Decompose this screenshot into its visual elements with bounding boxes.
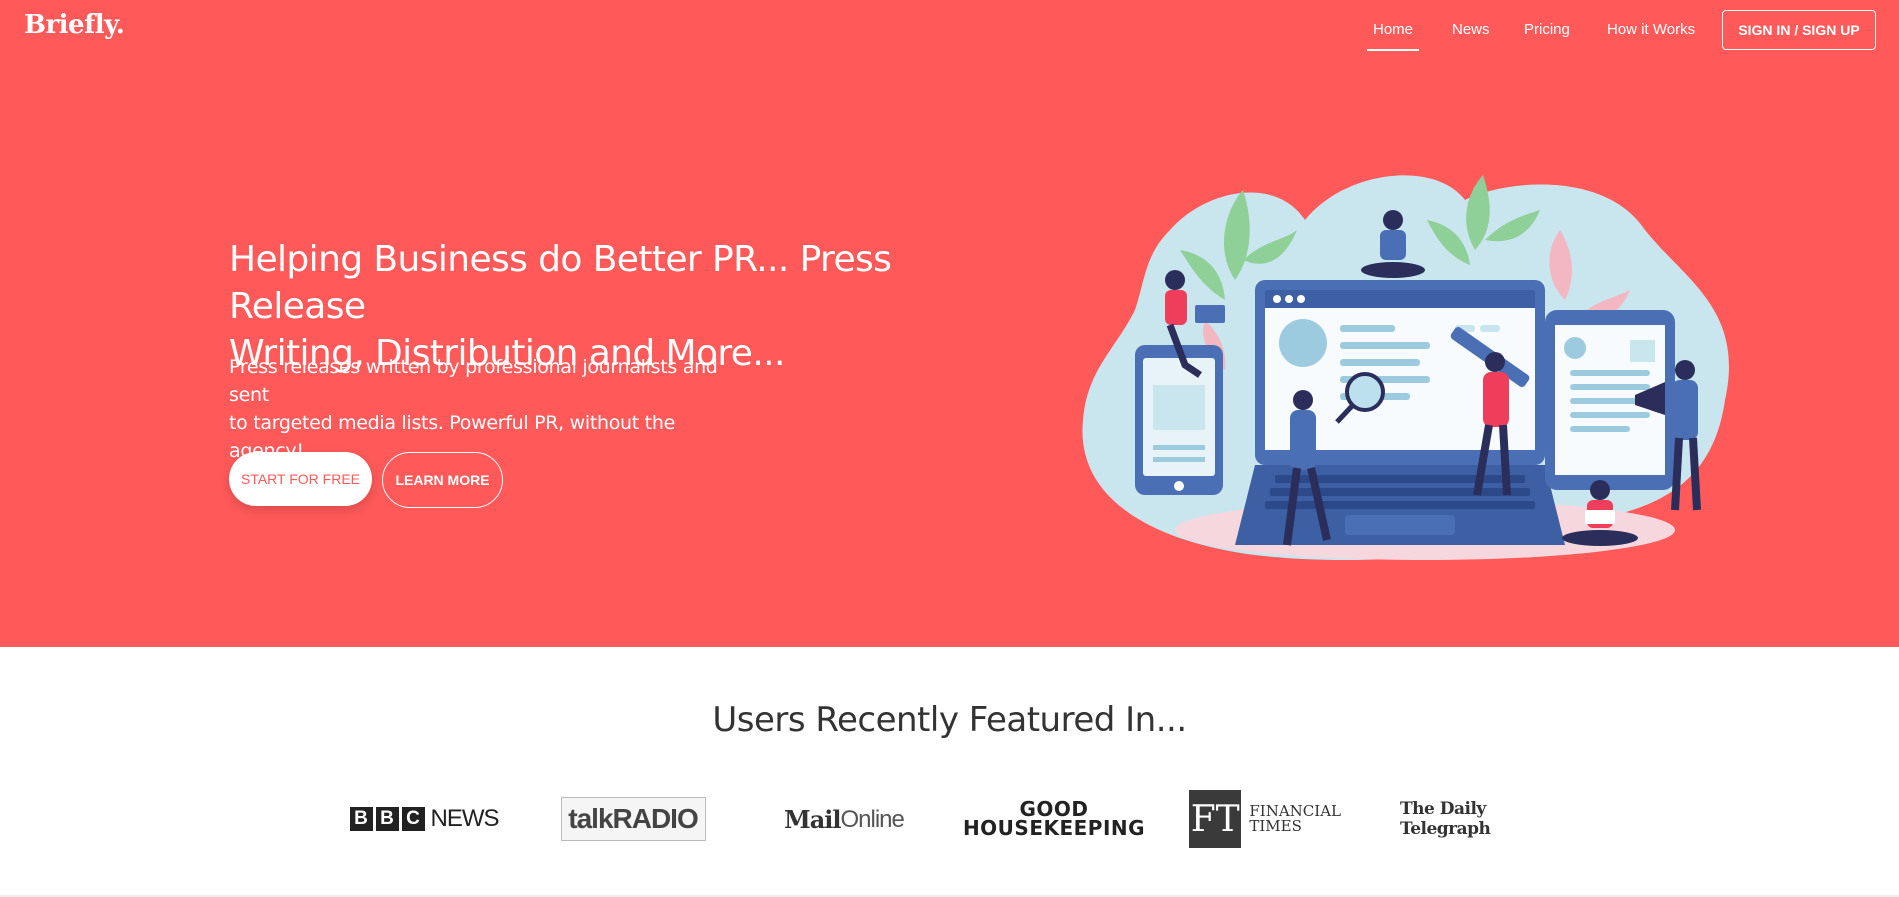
mailonline-logo: Mail Online: [784, 790, 905, 848]
nav-how-it-works[interactable]: How it Works: [1607, 21, 1695, 38]
nav-home[interactable]: Home: [1366, 21, 1420, 51]
talkradio-logo: talkRADIO: [560, 790, 706, 848]
gh-line-2: HOUSEKEEPING: [962, 816, 1146, 840]
bbc-letter: B: [349, 807, 373, 831]
hero-title-line-1: Helping Business do Better PR... Press R…: [229, 239, 892, 327]
signin-signup-button[interactable]: SIGN IN / SIGN UP: [1722, 10, 1876, 50]
bbc-letter: B: [375, 807, 399, 831]
magnifier: [1345, 372, 1385, 412]
ft-line-2: TIMES: [1249, 817, 1302, 835]
telegraph-text: The Daily Telegraph: [1400, 799, 1491, 839]
hero-subtitle-line-1: Press releases written by professional j…: [229, 356, 718, 406]
bbc-news-word: NEWS: [430, 805, 500, 832]
bbc-letter: C: [401, 807, 425, 831]
nav-news[interactable]: News: [1452, 21, 1490, 38]
nav-pricing[interactable]: Pricing: [1524, 21, 1570, 38]
hero-subtitle: Press releases written by professional j…: [229, 353, 729, 465]
online-word: Online: [840, 806, 905, 833]
ft-mark: FT: [1189, 790, 1242, 848]
financial-times-logo: FT FINANCIAL TIMES: [1189, 790, 1341, 848]
start-for-free-button[interactable]: START FOR FREE: [229, 452, 372, 506]
brand-logo[interactable]: Briefly.: [24, 10, 125, 40]
good-housekeeping-logo: GOOD HOUSEKEEPING: [963, 790, 1145, 848]
mail-word: Mail: [784, 804, 841, 834]
hero-section: Briefly. Home News Pricing How it Works …: [0, 0, 1899, 647]
featured-heading: Users Recently Featured In...: [712, 700, 1187, 740]
hero-illustration: [1082, 175, 1729, 561]
telegraph-logo: The Daily Telegraph: [1400, 790, 1550, 848]
bbc-news-logo: B B C NEWS: [348, 790, 500, 848]
learn-more-button[interactable]: LEARN MORE: [382, 452, 503, 508]
talkradio-text: talkRADIO: [560, 797, 706, 841]
